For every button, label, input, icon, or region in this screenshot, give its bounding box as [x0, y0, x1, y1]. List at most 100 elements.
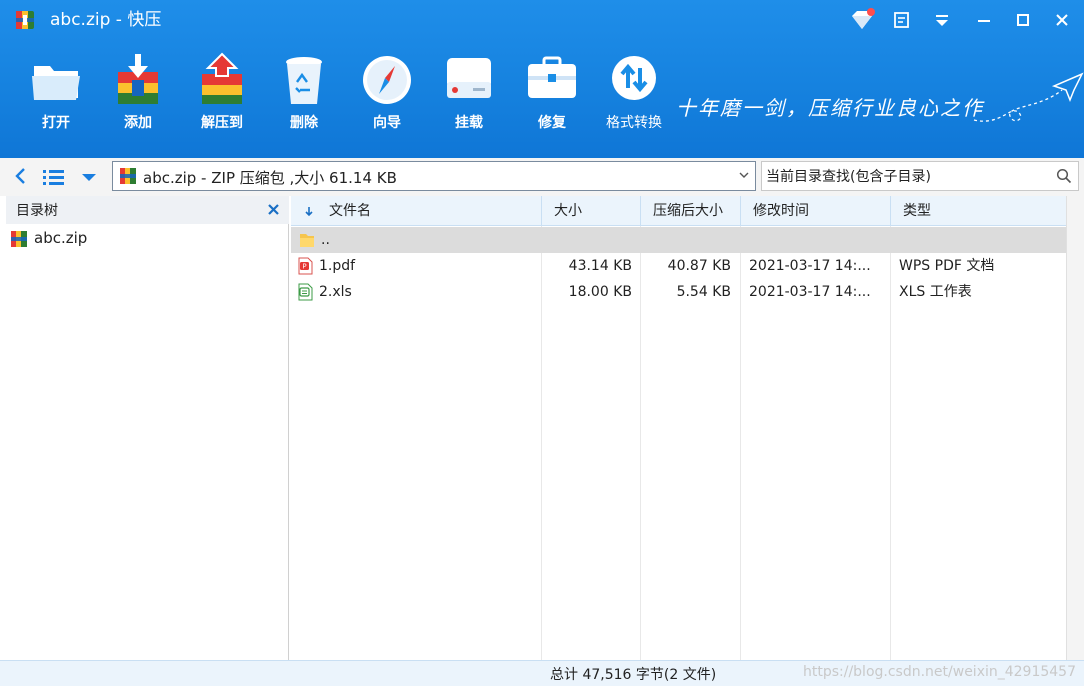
- tree-title: 目录树: [16, 203, 58, 219]
- column-header-label: 类型: [903, 203, 931, 219]
- watermark-text: https://blog.csdn.net/weixin_42915457: [802, 664, 1076, 680]
- file-type: WPS PDF 文档: [899, 258, 995, 274]
- window-title: abc.zip - 快压: [50, 10, 162, 30]
- view-mode-dropdown[interactable]: [78, 166, 100, 188]
- address-bar[interactable]: abc.zip - ZIP 压缩包 ,大小 61.14 KB: [112, 161, 756, 191]
- column-header-label: 修改时间: [753, 203, 809, 219]
- file-modified: 2021-03-17 14:...: [749, 284, 871, 300]
- address-row: abc.zip - ZIP 压缩包 ,大小 61.14 KB: [0, 158, 1084, 196]
- column-header-packed[interactable]: 压缩后大小: [641, 196, 741, 226]
- file-packed-size: [641, 227, 731, 253]
- close-icon: [1056, 14, 1068, 26]
- add-button[interactable]: 添加: [101, 52, 175, 138]
- sort-arrow-icon: [305, 207, 313, 217]
- triangle-down-icon: [82, 174, 96, 181]
- maximize-icon: [1017, 14, 1029, 26]
- file-modified: [749, 227, 884, 253]
- folder-icon: [300, 234, 314, 247]
- vertical-scrollbar[interactable]: [1066, 196, 1084, 660]
- chevron-left-icon: [15, 168, 25, 184]
- xls-file-icon: [298, 283, 313, 301]
- toolbox-icon: [528, 56, 576, 98]
- tree-item-label: abc.zip: [34, 229, 88, 247]
- file-type: [899, 227, 1059, 253]
- zip-archive-icon: [120, 168, 136, 184]
- column-header-size[interactable]: 大小: [542, 196, 641, 226]
- table-row[interactable]: P 1.pdf 43.14 KB 40.87 KB 2021-03-17 14:…: [291, 253, 1066, 279]
- close-button[interactable]: [1046, 6, 1078, 34]
- minimize-button[interactable]: [968, 6, 1000, 34]
- vip-diamond-button[interactable]: [846, 6, 878, 34]
- convert-button[interactable]: 格式转换: [597, 52, 671, 138]
- drive-icon: [447, 58, 491, 98]
- file-name: ..: [321, 232, 330, 248]
- file-name: 2.xls: [319, 284, 352, 300]
- status-summary: 总计 47,516 字节(2 文件): [550, 667, 717, 683]
- minimize-icon: [978, 20, 990, 22]
- repair-button[interactable]: 修复: [515, 52, 589, 138]
- svg-text:P: P: [302, 263, 306, 271]
- column-header-label: 文件名: [329, 203, 371, 219]
- paper-plane-icon: [973, 72, 1084, 122]
- extract-button[interactable]: 解压到: [185, 52, 259, 138]
- list-view-icon: [43, 170, 64, 185]
- close-panel-icon[interactable]: [265, 200, 283, 218]
- file-size: 43.14 KB: [568, 258, 632, 274]
- view-mode-button[interactable]: [40, 166, 70, 188]
- wizard-label: 向导: [373, 115, 401, 131]
- file-packed-size: 5.54 KB: [676, 284, 731, 300]
- column-header-modified[interactable]: 修改时间: [741, 196, 891, 226]
- search-box[interactable]: [761, 161, 1079, 191]
- column-header-label: 压缩后大小: [653, 203, 723, 219]
- app-header: abc.zip - 快压 打开 添加 解压到 删除 向导 挂载 修复 格式转换 …: [0, 0, 1084, 158]
- tree-header: 目录树: [6, 196, 289, 224]
- file-size: [542, 227, 632, 253]
- folder-open-icon: [32, 66, 80, 100]
- back-button[interactable]: [12, 165, 32, 187]
- status-bar: 总计 47,516 字节(2 文件) https://blog.csdn.net…: [0, 660, 1084, 686]
- wizard-button[interactable]: 向导: [350, 52, 424, 138]
- search-input[interactable]: [766, 165, 1046, 187]
- delete-label: 删除: [290, 115, 318, 131]
- search-icon[interactable]: [1056, 168, 1072, 184]
- maximize-button[interactable]: [1007, 6, 1039, 34]
- file-name: 1.pdf: [319, 258, 356, 274]
- file-modified: 2021-03-17 14:...: [749, 258, 871, 274]
- file-size: 18.00 KB: [568, 284, 632, 300]
- column-header-row: 文件名 大小 压缩后大小 修改时间 类型: [291, 196, 1066, 226]
- mount-button[interactable]: 挂载: [432, 52, 506, 138]
- diamond-icon: [852, 8, 875, 29]
- table-row-parent[interactable]: ..: [291, 227, 1066, 253]
- menu-button[interactable]: [926, 6, 958, 34]
- table-row[interactable]: 2.xls 18.00 KB 5.54 KB 2021-03-17 14:...…: [291, 279, 1066, 305]
- convert-label: 格式转换: [606, 115, 662, 131]
- address-text: abc.zip - ZIP 压缩包 ,大小 61.14 KB: [143, 169, 397, 187]
- repair-label: 修复: [538, 115, 566, 131]
- zip-archive-icon: [11, 231, 27, 247]
- pdf-file-icon: P: [298, 257, 313, 275]
- open-button[interactable]: 打开: [19, 52, 93, 138]
- add-archive-icon: [118, 54, 158, 104]
- extract-archive-icon: [202, 52, 242, 104]
- feedback-button[interactable]: [886, 6, 918, 34]
- delete-button[interactable]: 删除: [267, 52, 341, 138]
- file-type: XLS 工作表: [899, 284, 972, 300]
- open-label: 打开: [42, 115, 70, 131]
- column-header-type[interactable]: 类型: [891, 196, 1066, 226]
- tree-item-abc-zip[interactable]: abc.zip: [6, 228, 206, 250]
- slogan: 十年磨一剑，压缩行业良心之作: [676, 96, 984, 120]
- directory-tree-panel: 目录树 abc.zip: [6, 196, 289, 660]
- extract-label: 解压到: [201, 115, 243, 131]
- column-header-label: 大小: [554, 203, 582, 219]
- mount-label: 挂载: [455, 115, 483, 131]
- column-header-name[interactable]: 文件名: [291, 196, 542, 226]
- app-logo-icon: [16, 11, 34, 29]
- chevron-down-icon[interactable]: [737, 168, 751, 182]
- add-label: 添加: [124, 115, 152, 131]
- menu-icon: [936, 15, 948, 26]
- title-bar: abc.zip - 快压: [0, 0, 1084, 40]
- file-packed-size: 40.87 KB: [667, 258, 731, 274]
- edit-note-icon: [894, 12, 909, 28]
- recycle-bin-icon: [286, 57, 322, 104]
- compass-icon: [363, 56, 411, 104]
